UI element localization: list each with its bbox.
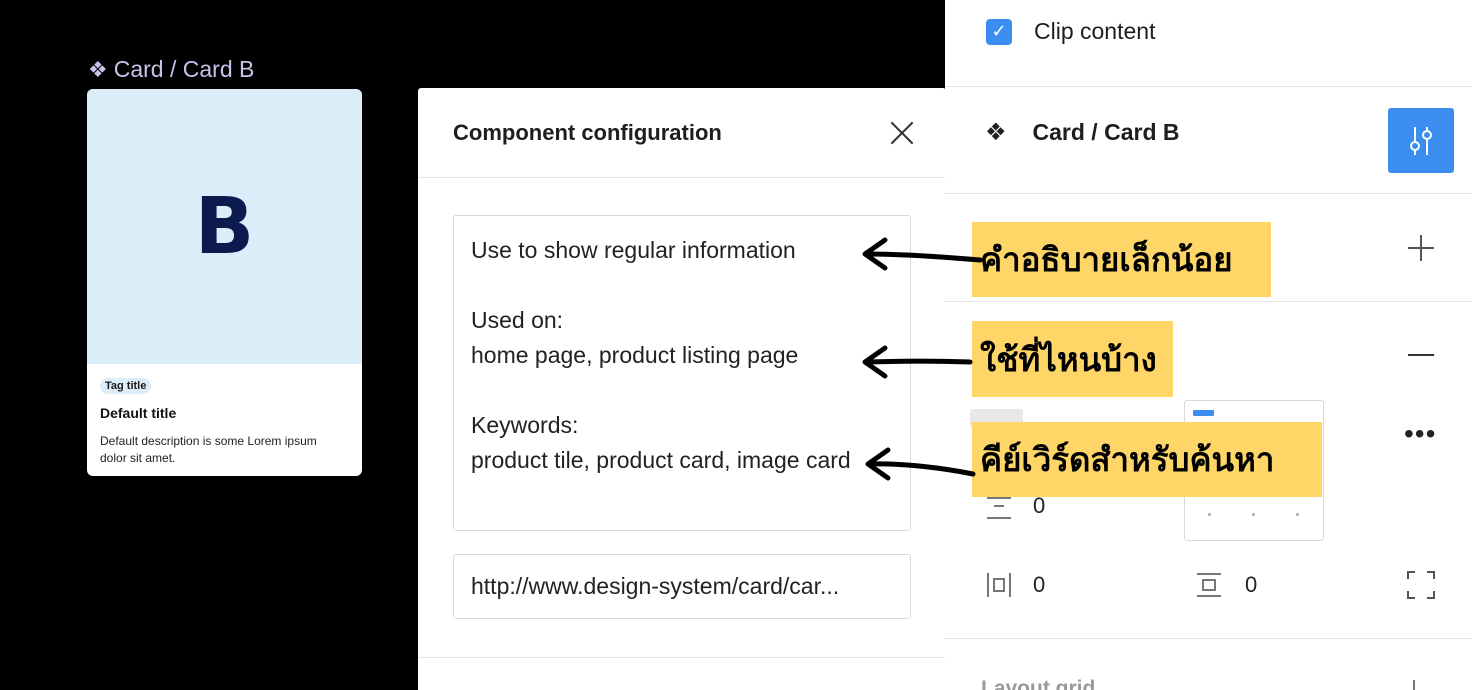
arrow-icon <box>862 237 983 271</box>
card-component[interactable]: B Tag title Default title Default descri… <box>87 89 362 476</box>
alignment-indicator <box>1193 410 1214 416</box>
clip-content-label: Clip content <box>1034 18 1156 44</box>
alignment-dot[interactable] <box>1252 513 1255 516</box>
documentation-link-input[interactable]: http://www.design-system/card/car... <box>453 554 911 619</box>
arrow-icon <box>865 447 976 481</box>
annotation-usage-text: ใช้ที่ไหนบ้าง <box>980 339 1157 379</box>
horizontal-padding-value[interactable]: 0 <box>1033 572 1045 598</box>
remove-auto-layout-icon[interactable] <box>1408 354 1434 356</box>
card-letter: B <box>194 181 255 272</box>
component-icon: ❖ <box>985 119 1007 146</box>
divider <box>945 86 1472 87</box>
annotation-usage: ใช้ที่ไหนบ้าง <box>972 321 1173 397</box>
divider <box>945 638 1472 639</box>
component-name: Card / Card B <box>1032 119 1180 145</box>
component-icon: ❖ <box>88 56 108 82</box>
frame-label-text: Card / Card B <box>113 56 255 82</box>
arrow-icon <box>862 345 973 379</box>
description-line: home page, product listing page <box>471 342 799 368</box>
individual-padding-icon[interactable] <box>1406 570 1436 600</box>
sliders-icon <box>1410 126 1432 155</box>
description-line <box>471 373 893 408</box>
annotation-keywords: คีย์เวิร์ดสำหรับค้นหา <box>972 422 1322 497</box>
clip-content-row[interactable]: ✓ Clip content <box>986 18 1155 45</box>
vertical-padding-icon <box>1197 573 1221 597</box>
dialog-title: Component configuration <box>453 119 722 145</box>
divider <box>945 301 1472 302</box>
close-icon[interactable] <box>884 117 916 149</box>
description-line: Used on: <box>471 307 564 333</box>
description-line: Keywords: <box>471 412 579 438</box>
annotation-description-text: คำอธิบายเล็กน้อย <box>980 240 1233 279</box>
horizontal-padding-icon <box>987 573 1011 597</box>
description-line: Use to show regular information <box>471 237 796 263</box>
component-row: ❖ Card / Card B <box>985 118 1180 147</box>
card-body: Tag title Default title Default descript… <box>87 364 362 476</box>
divider <box>945 193 1472 194</box>
alignment-dot[interactable] <box>1296 513 1299 516</box>
dialog-divider <box>418 657 946 658</box>
card-description: Default description is some Lorem ipsum … <box>100 434 317 465</box>
annotation-keywords-text: คีย์เวิร์ดสำหรับค้นหา <box>980 440 1275 479</box>
alignment-dot[interactable] <box>1208 513 1211 516</box>
configure-component-button[interactable] <box>1388 108 1454 173</box>
description-textarea[interactable]: Use to show regular information Used on:… <box>453 215 911 531</box>
card-title: Default title <box>100 405 177 421</box>
layout-grid-label: Layout grid <box>981 677 1096 690</box>
card-image: B <box>87 89 362 364</box>
add-property-icon[interactable] <box>1408 235 1434 261</box>
frame-label[interactable]: ❖ Card / Card B <box>88 56 254 83</box>
more-options-icon[interactable]: ••• <box>1404 420 1436 448</box>
description-line: product tile, product card, image card <box>471 447 851 473</box>
vertical-spacing-icon <box>987 497 1011 519</box>
dialog-header: Component configuration <box>418 88 946 178</box>
add-layout-grid-icon[interactable] <box>1413 680 1415 690</box>
annotation-description: คำอธิบายเล็กน้อย <box>972 222 1271 297</box>
vertical-padding-value[interactable]: 0 <box>1245 572 1257 598</box>
component-configuration-dialog: Component configuration Use to show regu… <box>418 88 946 690</box>
clip-content-checkbox[interactable]: ✓ <box>986 18 1012 45</box>
description-line <box>471 268 893 303</box>
card-tag: Tag title <box>100 378 152 394</box>
